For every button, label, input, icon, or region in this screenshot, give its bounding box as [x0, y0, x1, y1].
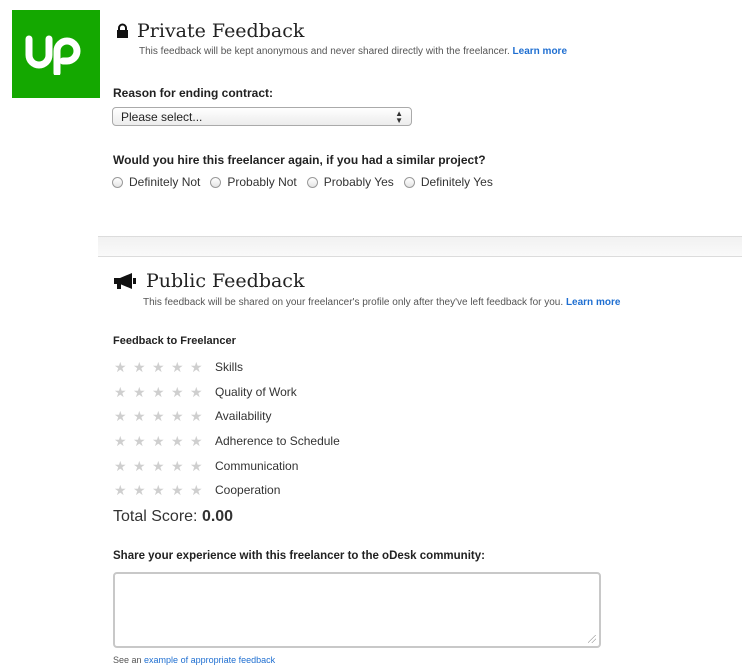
star-icon[interactable]: ★ — [190, 459, 209, 473]
radio-label: Probably Not — [227, 175, 297, 189]
criteria-label: Communication — [215, 458, 299, 473]
share-experience-textarea[interactable] — [113, 572, 601, 648]
star-icon[interactable]: ★ — [133, 459, 152, 473]
radio-circle-icon[interactable] — [210, 176, 222, 188]
reason-select[interactable]: Please select... ▲ ▼ — [112, 107, 412, 126]
star-icon[interactable]: ★ — [171, 360, 190, 374]
rating-row-quality: ★ ★ ★ ★ ★ Quality of Work — [114, 380, 340, 405]
star-icon[interactable]: ★ — [133, 434, 152, 448]
star-rating-skills[interactable]: ★ ★ ★ ★ ★ — [114, 360, 209, 374]
radio-circle-icon[interactable] — [306, 176, 318, 188]
star-icon[interactable]: ★ — [190, 483, 209, 497]
reason-select-value: Please select... — [121, 109, 203, 124]
private-feedback-title-text: Private Feedback — [137, 20, 305, 42]
star-icon[interactable]: ★ — [114, 434, 133, 448]
star-rating-quality[interactable]: ★ ★ ★ ★ ★ — [114, 385, 209, 399]
star-icon[interactable]: ★ — [133, 385, 152, 399]
star-icon[interactable]: ★ — [114, 483, 133, 497]
upwork-logo — [12, 10, 100, 98]
lock-icon — [116, 23, 129, 39]
rating-row-cooperation: ★ ★ ★ ★ ★ Cooperation — [114, 478, 340, 503]
star-icon[interactable]: ★ — [152, 434, 171, 448]
private-subtitle-text: This feedback will be kept anonymous and… — [139, 46, 510, 57]
radio-circle-icon[interactable] — [112, 176, 123, 188]
footer-prefix: See an — [113, 655, 142, 665]
star-icon[interactable]: ★ — [190, 385, 209, 399]
public-subtitle-text: This feedback will be shared on your fre… — [143, 297, 564, 308]
radio-circle-icon[interactable] — [403, 176, 415, 188]
public-feedback-title-text: Public Feedback — [146, 270, 305, 292]
radio-label: Definitely Not — [129, 175, 201, 189]
share-experience-label: Share your experience with this freelanc… — [113, 550, 485, 562]
rating-row-availability: ★ ★ ★ ★ ★ Availability — [114, 404, 340, 429]
rating-row-communication: ★ ★ ★ ★ ★ Communication — [114, 453, 340, 478]
radio-definitely-yes[interactable]: Definitely Yes — [403, 175, 493, 189]
radio-probably-yes[interactable]: Probably Yes — [306, 175, 394, 189]
total-score-label: Total Score: — [113, 508, 198, 525]
criteria-label: Quality of Work — [215, 384, 297, 399]
star-icon[interactable]: ★ — [152, 385, 171, 399]
criteria-label: Availability — [215, 409, 272, 424]
star-icon[interactable]: ★ — [152, 483, 171, 497]
star-icon[interactable]: ★ — [190, 434, 209, 448]
public-learn-more-link[interactable]: Learn more — [566, 297, 620, 308]
star-icon[interactable]: ★ — [171, 483, 190, 497]
private-feedback-subtitle: This feedback will be kept anonymous and… — [139, 46, 567, 57]
feedback-to-freelancer-heading: Feedback to Freelancer — [113, 335, 236, 347]
section-divider-line — [98, 256, 742, 257]
star-icon[interactable]: ★ — [133, 360, 152, 374]
megaphone-icon — [112, 272, 138, 290]
star-icon[interactable]: ★ — [114, 360, 133, 374]
star-icon[interactable]: ★ — [171, 409, 190, 423]
star-icon[interactable]: ★ — [190, 360, 209, 374]
criteria-label: Cooperation — [215, 483, 281, 498]
hire-question-label: Would you hire this freelancer again, if… — [113, 153, 486, 167]
criteria-label: Skills — [215, 360, 244, 375]
public-feedback-subtitle: This feedback will be shared on your fre… — [143, 297, 620, 308]
star-icon[interactable]: ★ — [133, 483, 152, 497]
star-icon[interactable]: ★ — [152, 360, 171, 374]
total-score-value: 0.00 — [201, 508, 234, 525]
star-icon[interactable]: ★ — [171, 459, 190, 473]
rating-row-schedule: ★ ★ ★ ★ ★ Adherence to Schedule — [114, 429, 340, 454]
star-icon[interactable]: ★ — [152, 459, 171, 473]
radio-label: Probably Yes — [323, 175, 394, 189]
rating-row-skills: ★ ★ ★ ★ ★ Skills — [114, 355, 340, 380]
private-feedback-title: Private Feedback — [116, 20, 304, 42]
private-learn-more-link[interactable]: Learn more — [513, 46, 567, 57]
up-logo-glyph — [25, 35, 81, 75]
criteria-label: Adherence to Schedule — [215, 434, 340, 449]
example-feedback-note: See an example of appropriate feedback — [113, 655, 275, 665]
public-feedback-title: Public Feedback — [112, 270, 304, 292]
example-feedback-link[interactable]: example of appropriate feedback — [144, 655, 275, 665]
star-icon[interactable]: ★ — [152, 409, 171, 423]
reason-label: Reason for ending contract: — [113, 86, 274, 100]
total-score: Total Score: 0.00 — [113, 508, 233, 526]
radio-probably-not[interactable]: Probably Not — [210, 175, 297, 189]
star-icon[interactable]: ★ — [171, 434, 190, 448]
star-rating-schedule[interactable]: ★ ★ ★ ★ ★ — [114, 434, 209, 448]
hire-radio-group: Definitely Not Probably Not Probably Yes… — [112, 175, 503, 189]
radio-definitely-not[interactable]: Definitely Not — [112, 175, 200, 189]
star-rating-communication[interactable]: ★ ★ ★ ★ ★ — [114, 459, 209, 473]
section-divider — [98, 236, 742, 257]
star-icon[interactable]: ★ — [114, 409, 133, 423]
select-arrows-icon: ▲ ▼ — [395, 108, 403, 125]
star-icon[interactable]: ★ — [171, 385, 190, 399]
star-rating-cooperation[interactable]: ★ ★ ★ ★ ★ — [114, 483, 209, 497]
feedback-page: Private Feedback This feedback will be k… — [0, 0, 742, 666]
star-icon[interactable]: ★ — [133, 409, 152, 423]
star-icon[interactable]: ★ — [114, 459, 133, 473]
resize-grip-icon[interactable] — [588, 635, 596, 643]
rating-criteria-list: ★ ★ ★ ★ ★ Skills ★ ★ ★ ★ ★ Quality of Work ★ ★ ★ ★ ★… — [114, 355, 340, 503]
star-rating-availability[interactable]: ★ ★ ★ ★ ★ — [114, 409, 209, 423]
star-icon[interactable]: ★ — [190, 409, 209, 423]
radio-label: Definitely Yes — [420, 175, 493, 189]
star-icon[interactable]: ★ — [114, 385, 133, 399]
